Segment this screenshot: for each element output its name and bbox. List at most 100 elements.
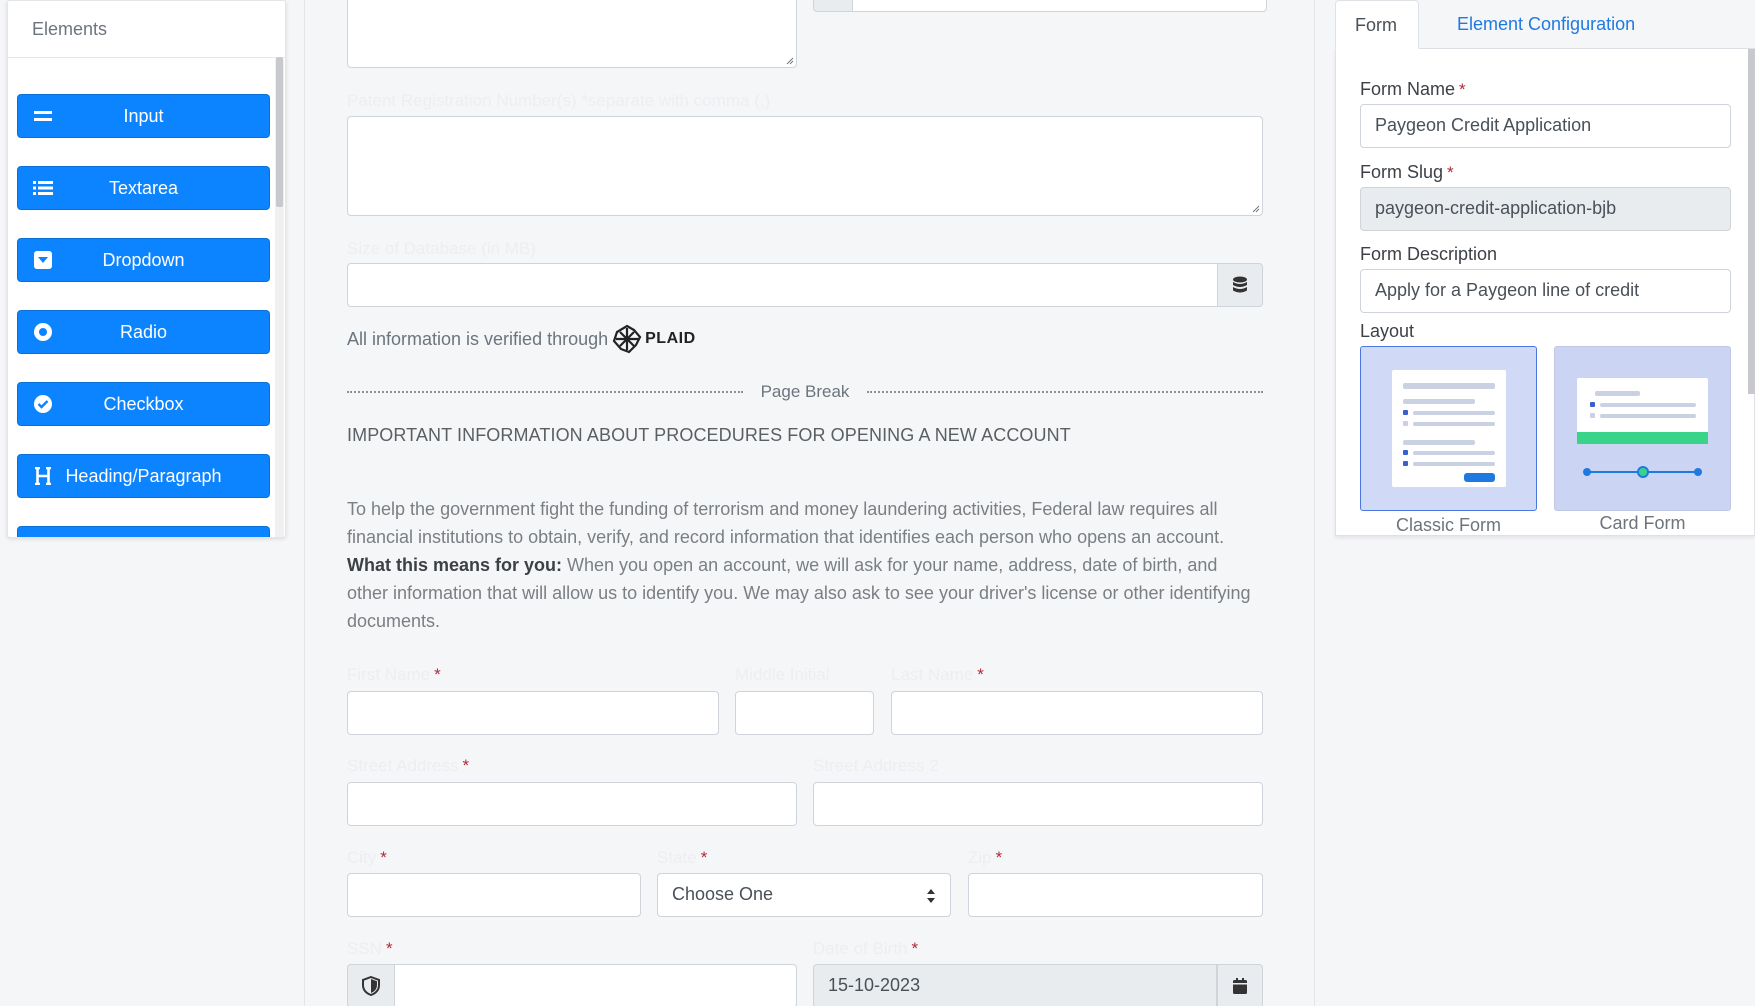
required-mark: * <box>462 756 470 775</box>
config-panel: Form Element Configuration Form Name * Pa… <box>1335 0 1755 536</box>
database-size-label: Size of Database (in MB) <box>347 239 536 258</box>
database-addon <box>1217 263 1263 307</box>
config-body: Form Name * Paygeon Credit Application Fo… <box>1335 49 1755 536</box>
first-name-label: First Name * <box>347 665 441 684</box>
required-mark: * <box>700 848 708 867</box>
street-address-label: Street Address * <box>347 756 470 775</box>
form-slug-input[interactable]: paygeon-credit-application-bjb <box>1360 187 1731 231</box>
element-heading-label: Heading/Paragraph <box>65 465 222 486</box>
shield-icon <box>362 976 380 996</box>
plaid-verification: All information is verified through PLAI… <box>347 324 696 354</box>
required-mark: * <box>911 939 919 958</box>
heading-icon <box>32 465 54 487</box>
layout-label: Layout <box>1360 321 1415 341</box>
database-icon <box>1233 276 1247 293</box>
page-break-text: Page Break <box>760 382 850 401</box>
check-circle-icon <box>32 393 54 415</box>
ssn-addon <box>347 964 395 1006</box>
form-canvas: Patent Registration Number(s) *separate … <box>305 0 1314 1006</box>
element-input-button[interactable]: Input <box>17 94 270 138</box>
top-partial-input[interactable] <box>852 0 1267 12</box>
list-icon <box>32 177 54 199</box>
top-textarea[interactable] <box>347 0 797 68</box>
required-mark: * <box>995 848 1003 867</box>
important-info-heading: IMPORTANT INFORMATION ABOUT PROCEDURES F… <box>347 425 1071 445</box>
required-mark: * <box>385 939 393 958</box>
select-arrows-icon <box>927 889 935 903</box>
element-dropdown-button[interactable]: Dropdown <box>17 238 270 282</box>
page-break: Page Break <box>347 380 1263 404</box>
element-more-button[interactable] <box>17 526 270 537</box>
elements-panel-title: Elements <box>8 1 285 58</box>
street-address-2-input[interactable] <box>813 782 1263 826</box>
element-heading-button[interactable]: Heading/Paragraph <box>17 454 270 498</box>
classic-form-preview-icon <box>1392 370 1506 487</box>
form-name-label: Form Name * <box>1360 79 1466 99</box>
city-input[interactable] <box>347 873 641 917</box>
middle-initial-input[interactable] <box>735 691 874 735</box>
resize-handle-icon[interactable] <box>786 57 794 65</box>
middle-initial-label: Middle Initial <box>735 665 830 684</box>
zip-input[interactable] <box>968 873 1263 917</box>
state-select-value: Choose One <box>672 884 774 904</box>
first-name-input[interactable] <box>347 691 719 735</box>
element-checkbox-label: Checkbox <box>103 393 184 414</box>
top-input-addon <box>813 0 853 12</box>
patent-textarea[interactable] <box>347 116 1263 216</box>
required-mark: * <box>1459 80 1466 99</box>
plaid-text: All information is verified through <box>347 328 609 349</box>
element-checkbox-button[interactable]: Checkbox <box>17 382 270 426</box>
street-address-input[interactable] <box>347 782 797 826</box>
plaid-logo: PLAID <box>612 324 696 354</box>
required-mark: * <box>380 848 387 867</box>
element-input-label: Input <box>123 105 164 126</box>
city-label: City * <box>347 848 387 867</box>
last-name-label: Last Name * <box>891 665 984 684</box>
form-description-label: Form Description <box>1360 244 1498 264</box>
required-mark: * <box>434 665 441 684</box>
layout-classic-card[interactable] <box>1360 346 1537 511</box>
paragraph-part-1: To help the government fight the funding… <box>347 499 1225 547</box>
tab-form[interactable]: Form <box>1335 0 1419 49</box>
elements-list: Input Textarea Dropdown Radio Checkbox H… <box>8 58 285 537</box>
dob-input[interactable]: 15-10-2023 <box>813 964 1217 1006</box>
state-select[interactable]: Choose One <box>657 873 951 917</box>
zip-label: Zip * <box>968 848 1003 867</box>
last-name-input[interactable] <box>891 691 1263 735</box>
element-radio-label: Radio <box>119 321 168 342</box>
layout-classic-caption: Classic Form <box>1395 515 1501 535</box>
page-break-line-right <box>867 391 1263 393</box>
element-textarea-button[interactable]: Textarea <box>17 166 270 210</box>
plaid-brand: PLAID <box>645 330 696 347</box>
state-label: State * <box>657 848 708 867</box>
important-info-paragraph: To help the government fight the funding… <box>347 495 1263 635</box>
element-radio-button[interactable]: Radio <box>17 310 270 354</box>
street-address-2-label: Street Address 2 <box>813 756 939 775</box>
plaid-logo-icon <box>612 324 642 354</box>
tab-element-configuration[interactable]: Element Configuration <box>1438 0 1654 49</box>
required-mark: * <box>1447 163 1454 182</box>
config-scrollbar[interactable] <box>1748 49 1755 394</box>
dob-value: 15-10-2023 <box>828 975 921 995</box>
layout-card-caption: Card Form <box>1599 513 1686 533</box>
config-tabs: Form Element Configuration <box>1335 0 1755 49</box>
resize-handle-icon[interactable] <box>1252 205 1260 213</box>
ssn-label: SSN * <box>347 939 393 958</box>
equals-icon <box>32 105 54 127</box>
patent-label: Patent Registration Number(s) *separate … <box>347 91 771 110</box>
paragraph-bold: What this means for you: <box>347 555 563 575</box>
ssn-input[interactable] <box>394 964 797 1006</box>
form-description-input[interactable]: Apply for a Paygeon line of credit <box>1360 269 1731 313</box>
dob-label: Date of Birth * <box>813 939 919 958</box>
canvas-right-border <box>1314 0 1315 1006</box>
element-textarea-label: Textarea <box>108 177 179 198</box>
page-break-line-left <box>347 391 743 393</box>
calendar-icon <box>1233 978 1247 994</box>
dob-calendar-addon[interactable] <box>1217 964 1263 1006</box>
form-slug-label: Form Slug * <box>1360 162 1454 182</box>
dot-circle-icon <box>32 321 54 343</box>
element-dropdown-label: Dropdown <box>102 249 185 270</box>
layout-card-form-card[interactable] <box>1554 346 1731 511</box>
form-name-input[interactable]: Paygeon Credit Application <box>1360 104 1731 148</box>
database-size-input[interactable] <box>347 263 1223 307</box>
